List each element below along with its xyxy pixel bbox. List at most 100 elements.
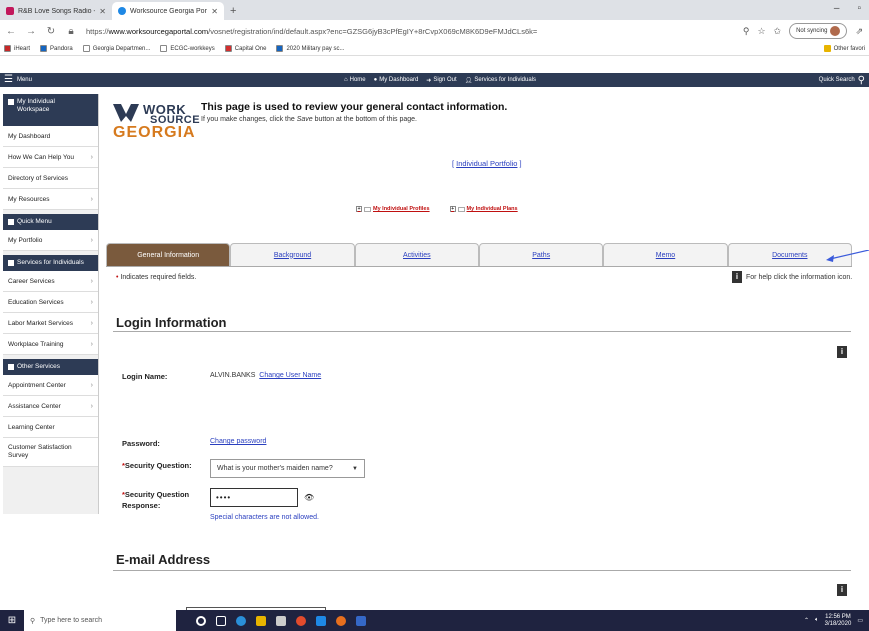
store-icon[interactable]	[276, 615, 286, 626]
bookmark-item[interactable]: ECGC-workkeys	[160, 45, 215, 52]
edge-icon[interactable]	[236, 615, 246, 626]
share-icon[interactable]: ⇗	[855, 26, 863, 37]
bookmark-item[interactable]: iHeart	[4, 45, 30, 52]
minimize-icon[interactable]: –	[834, 3, 840, 14]
bookmark-item[interactable]: Georgia Departmen...	[82, 45, 150, 52]
windows-start-icon[interactable]: ⊞	[0, 615, 24, 626]
file-explorer-icon[interactable]	[256, 615, 266, 626]
change-user-name-link[interactable]: Change User Name	[259, 372, 321, 379]
star-icon[interactable]: ☆	[757, 26, 765, 37]
chevron-right-icon: ›	[90, 402, 93, 410]
browser-tab-radio[interactable]: R&B Love Songs Radio - Fr ✕	[0, 2, 112, 20]
sidebar-section-title: Services for Individuals	[17, 259, 84, 266]
forward-icon[interactable]: →	[26, 26, 36, 37]
nav-signout[interactable]: ➜ Sign Out	[426, 77, 456, 84]
browser-tab-worksource[interactable]: Worksource Georgia Portal - Reg ✕	[112, 2, 224, 20]
reader-icon[interactable]: ⚲	[743, 26, 750, 37]
sidebar-section-header[interactable]: Quick Menu	[3, 214, 98, 230]
security-response-input[interactable]: ••••	[210, 488, 298, 507]
nav-services[interactable]: 👤︎ Services for Individuals	[465, 77, 536, 84]
save-emphasis: Save	[296, 116, 313, 123]
security-question-label: *Security Question:	[122, 461, 192, 470]
clock[interactable]: 12:56 PM 3/18/2020	[825, 614, 852, 628]
sidebar-item[interactable]: My Portfolio ›	[3, 230, 98, 251]
sidebar-item[interactable]: Assistance Center ›	[3, 396, 98, 417]
sidebar-section-header[interactable]: My Individual Workspace	[3, 94, 98, 126]
tab-memo[interactable]: Memo	[603, 243, 728, 266]
show-password-icon[interactable]: 👁︎	[304, 493, 314, 502]
tab-background[interactable]: Background	[230, 243, 355, 266]
nav-dashboard[interactable]: ● My Dashboard	[374, 77, 419, 84]
sidebar-item[interactable]: Labor Market Services ›	[3, 313, 98, 334]
info-icon[interactable]: i	[837, 584, 847, 596]
refresh-icon[interactable]: ↻	[46, 26, 56, 37]
other-favorites[interactable]: Other favori	[823, 45, 865, 52]
sidebar-item[interactable]: My Resources ›	[3, 189, 98, 210]
close-icon[interactable]: ✕	[211, 7, 218, 16]
bookmark-label: 2020 Military pay sc...	[286, 45, 345, 52]
taskbar-search[interactable]: ⚲ Type here to search	[24, 610, 176, 631]
sidebar-item[interactable]: Learning Center	[3, 417, 98, 438]
sidebar-item[interactable]: My Dashboard	[3, 126, 98, 147]
volume-icon[interactable]: 🔈︎	[815, 617, 819, 624]
sidebar-item-label: My Resources	[8, 195, 50, 203]
skype-icon[interactable]	[316, 615, 326, 626]
bookmark-item[interactable]: Pandora	[40, 45, 73, 52]
task-view-icon[interactable]	[216, 615, 226, 626]
sidebar-item[interactable]: Education Services ›	[3, 292, 98, 313]
menu-button[interactable]: ☰ Menu	[4, 75, 32, 85]
tab-general-information[interactable]: General Information	[106, 243, 231, 266]
url-domain: www.worksourcegaportal.com	[108, 26, 209, 36]
favorites-icon[interactable]: ✩	[774, 26, 782, 37]
tab-activities[interactable]: Activities	[354, 243, 479, 266]
close-icon[interactable]: ✕	[99, 7, 106, 16]
expand-icon[interactable]: +	[449, 206, 456, 212]
sidebar-section-header[interactable]: Other Services	[3, 359, 98, 375]
sidebar-item[interactable]: Workplace Training ›	[3, 334, 98, 355]
chrome-icon[interactable]	[296, 615, 306, 626]
page-title: This page is used to review your general…	[201, 101, 508, 113]
bookmark-item[interactable]: Capital One	[224, 45, 266, 52]
sync-button[interactable]: Not syncing	[789, 23, 848, 39]
notifications-icon[interactable]: ▭	[857, 617, 863, 624]
security-question-select[interactable]: What is your mother's maiden name? ▼	[210, 459, 365, 478]
sidebar-item[interactable]: How We Can Help You ›	[3, 147, 98, 168]
info-icon[interactable]: i	[732, 271, 742, 283]
back-icon[interactable]: ←	[6, 26, 16, 37]
lock-icon: 🔒︎	[68, 25, 74, 37]
collapse-icon	[8, 99, 14, 105]
sidebar-item[interactable]: Customer Satisfaction Survey	[3, 438, 98, 467]
expand-icon[interactable]: +	[356, 206, 362, 212]
bookmark-icon	[40, 45, 48, 52]
my-individual-profiles-link[interactable]: + My Individual Profiles	[356, 206, 430, 212]
tray-chevron-icon[interactable]: ⌃	[804, 617, 809, 624]
my-individual-plans-link[interactable]: + My Individual Plans	[449, 206, 518, 212]
email-section-title: E-mail Address	[116, 552, 211, 567]
sidebar-item[interactable]: Directory of Services	[3, 168, 98, 189]
portfolio-link-wrap: [ Individual Portfolio ]	[452, 159, 522, 168]
quick-search[interactable]: Quick Search ⚲	[819, 75, 865, 86]
subtitle-text-end: button at the bottom of this page.	[312, 116, 417, 123]
change-password-link[interactable]: Change password	[210, 438, 266, 445]
info-icon[interactable]: i	[837, 346, 847, 358]
sidebar-item[interactable]: Career Services ›	[3, 271, 98, 292]
avatar	[830, 26, 841, 36]
maximize-icon[interactable]: ▫	[857, 3, 861, 14]
chevron-right-icon: ›	[90, 195, 93, 203]
url-field[interactable]: https://www.worksourcegaportal.com/vosne…	[86, 27, 733, 36]
firefox-icon[interactable]	[336, 615, 346, 626]
sidebar-section-header[interactable]: Services for Individuals	[3, 255, 98, 271]
word-icon[interactable]	[356, 615, 366, 626]
logo-line3: GEORGIA	[113, 124, 196, 141]
nav-home[interactable]: ⌂ Home	[344, 77, 366, 84]
new-tab-button[interactable]: +	[224, 2, 242, 20]
sidebar-item[interactable]: Appointment Center ›	[3, 375, 98, 396]
bookmark-item[interactable]: 2020 Military pay sc...	[276, 45, 344, 52]
cortana-icon[interactable]	[196, 615, 206, 626]
individual-portfolio-link[interactable]: Individual Portfolio	[456, 159, 517, 168]
tab-paths[interactable]: Paths	[478, 243, 604, 266]
chevron-right-icon: ›	[90, 319, 93, 327]
folder-icon	[823, 45, 831, 52]
nav-signout-label: Sign Out	[433, 77, 457, 83]
tab-title: R&B Love Songs Radio - Fr	[18, 7, 95, 15]
